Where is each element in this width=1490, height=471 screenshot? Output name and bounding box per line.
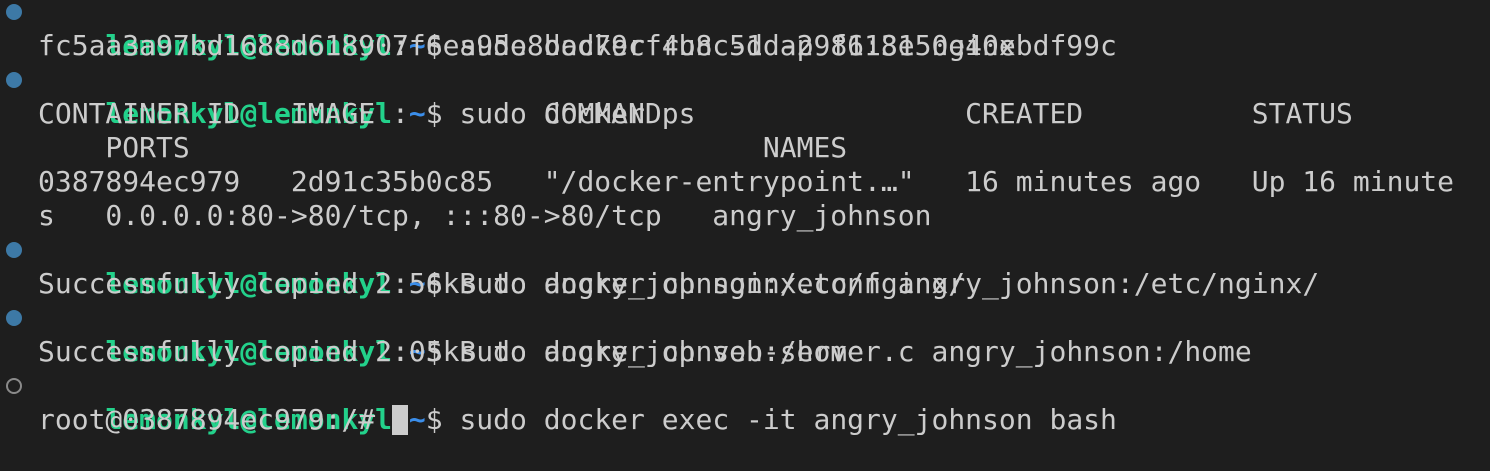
command-line: lemonkyl@lemonkyl:~$ sudo docker cp veb-…	[0, 301, 1490, 368]
cursor-block[interactable]	[392, 405, 409, 435]
command-line: lemonkyl@lemonkyl:~$ sudo docker cp ngin…	[0, 233, 1490, 300]
output-line: Successfully copied 2.05kB to angry_john…	[0, 335, 1490, 369]
output-line: Successfully copied 2.56kB to angry_john…	[0, 267, 1490, 301]
output-line: s 0.0.0.0:80->80/tcp, :::80->80/tcp angr…	[0, 199, 1490, 233]
success-decoration-icon[interactable]	[6, 4, 22, 20]
success-decoration-icon[interactable]	[6, 310, 22, 326]
root-shell-prompt: root@0387894ec979:/#	[38, 403, 393, 436]
command-line: lemonkyl@lemonkyl:~$ sudo docker ps	[0, 63, 1490, 130]
output-line: 0387894ec979 2d91c35b0c85 "/docker-entry…	[0, 165, 1490, 199]
output-line: CONTAINER ID IMAGE COMMAND CREATED STATU…	[0, 97, 1490, 131]
command-line: lemonkyl@lemonkyl:~$ sudo docker run -d …	[0, 0, 1490, 62]
success-decoration-icon[interactable]	[6, 72, 22, 88]
success-decoration-icon[interactable]	[6, 242, 22, 258]
container-hash-output: fc5aa3a97bd1688d618907f6ea95e8bad79cf4b8…	[38, 29, 1117, 62]
ps-row-line-2: s 0.0.0.0:80->80/tcp, :::80->80/tcp angr…	[38, 199, 932, 232]
output-line: PORTS NAMES	[0, 131, 1490, 165]
copy-output: Successfully copied 2.05kB to angry_john…	[38, 335, 865, 368]
copy-output: Successfully copied 2.56kB to angry_john…	[38, 267, 966, 300]
ps-header-line-2: PORTS NAMES	[38, 131, 848, 164]
ps-row-line-1: 0387894ec979 2d91c35b0c85 "/docker-entry…	[38, 165, 1455, 198]
ps-header-line-1: CONTAINER ID IMAGE COMMAND CREATED STATU…	[38, 97, 1353, 130]
output-line: fc5aa3a97bd1688d618907f6ea95e8bad79cf4b8…	[0, 29, 1490, 63]
input-line[interactable]: root@0387894ec979:/#	[0, 403, 1490, 437]
terminal-window[interactable]: lemonkyl@lemonkyl:~$ sudo docker run -d …	[0, 0, 1490, 436]
command-line: lemonkyl@lemonkyl:~$ sudo docker exec -i…	[0, 369, 1490, 436]
pending-decoration-icon[interactable]	[6, 378, 22, 394]
